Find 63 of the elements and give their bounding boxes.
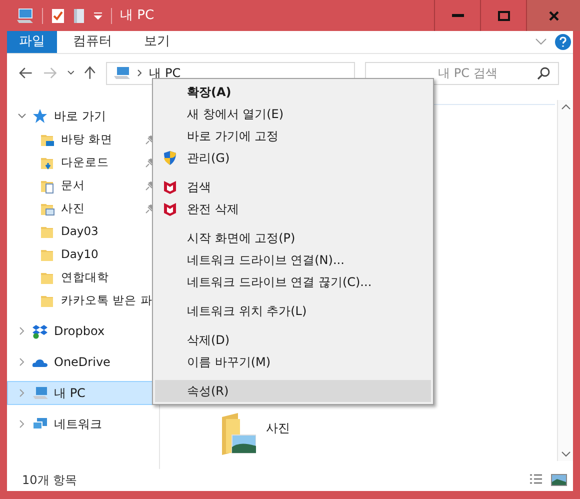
chevron-right-icon [137, 69, 144, 77]
checklist-icon[interactable] [51, 8, 65, 24]
chevron-down-icon[interactable] [66, 70, 74, 76]
tree-label: 네트워크 [54, 416, 102, 433]
star-icon [32, 108, 48, 124]
search-placeholder: 내 PC 검색 [437, 65, 498, 82]
pin-icon[interactable] [145, 134, 155, 144]
tree-label: OneDrive [54, 354, 110, 371]
pin-icon[interactable] [145, 158, 155, 168]
ribbon-tab[interactable]: 컴퓨터 [57, 31, 128, 53]
menu-item[interactable]: 속성(R) [155, 380, 431, 402]
pictures-folder-icon[interactable] [220, 413, 256, 455]
computer-icon [113, 66, 132, 80]
tree-label: 문서 [61, 176, 85, 194]
scroll-down-icon[interactable] [560, 451, 570, 457]
back-arrow-icon[interactable] [19, 67, 33, 79]
pin-icon[interactable] [145, 180, 155, 190]
ribbon-tab[interactable]: 파일 [7, 31, 57, 53]
mcafee-shield-icon [162, 201, 178, 217]
ribbon-tab[interactable]: 보기 [128, 31, 186, 53]
tree-label: 바탕 화면 [61, 130, 113, 148]
tree-label: 연합대학 [61, 268, 109, 286]
minimize-icon [452, 14, 464, 17]
tree-label: 카카오톡 받은 파 [61, 292, 152, 309]
search-icon[interactable] [537, 66, 550, 80]
tree-label: 다운로드 [61, 154, 109, 171]
close-icon [548, 10, 560, 22]
chevron-right-icon[interactable] [18, 327, 26, 335]
scroll-up-icon[interactable] [560, 104, 570, 110]
dropbox-icon [32, 323, 48, 339]
chevron-right-icon[interactable] [18, 389, 26, 397]
chevron-right-icon[interactable] [18, 358, 26, 366]
pin-icon[interactable] [145, 204, 155, 214]
tree-label: 사진 [61, 200, 85, 217]
scrollbar[interactable] [557, 100, 573, 461]
mcafee-shield-icon [162, 179, 178, 195]
tree-label: 내 PC [54, 385, 86, 402]
menu-item[interactable]: 완전 삭제 [155, 198, 431, 220]
computer-icon [32, 385, 48, 401]
up-arrow-icon[interactable] [84, 66, 96, 80]
maximize-icon [498, 10, 510, 20]
tree-item[interactable]: 네트워크 [7, 412, 159, 436]
tree-label: Day10 [61, 246, 98, 263]
close-button[interactable] [526, 0, 580, 31]
item-count: 10개 항목 [22, 472, 78, 489]
document-icon[interactable] [73, 8, 85, 24]
tree-label: 바로 가기 [54, 108, 106, 125]
tree-label: Dropbox [54, 323, 105, 340]
chevron-right-icon[interactable] [18, 420, 26, 428]
address-text: 내 PC [149, 65, 181, 82]
details-view-icon[interactable] [529, 474, 543, 486]
computer-icon[interactable] [16, 8, 34, 24]
menu-item[interactable]: 관리(G) [155, 147, 431, 169]
shield-icon [162, 150, 178, 166]
window-title: 내 PC [120, 6, 154, 25]
tree-label: Day03 [61, 222, 98, 240]
menu-item[interactable]: 바로 가기에 고정 [155, 125, 431, 147]
chevron-down-icon[interactable] [18, 112, 26, 120]
folder-name[interactable]: 사진 [266, 419, 290, 437]
dropdown-icon[interactable] [93, 10, 103, 20]
help-icon[interactable] [555, 34, 571, 50]
thumbnail-view-icon[interactable] [551, 474, 567, 486]
menu-item[interactable]: 검색 [155, 176, 431, 198]
